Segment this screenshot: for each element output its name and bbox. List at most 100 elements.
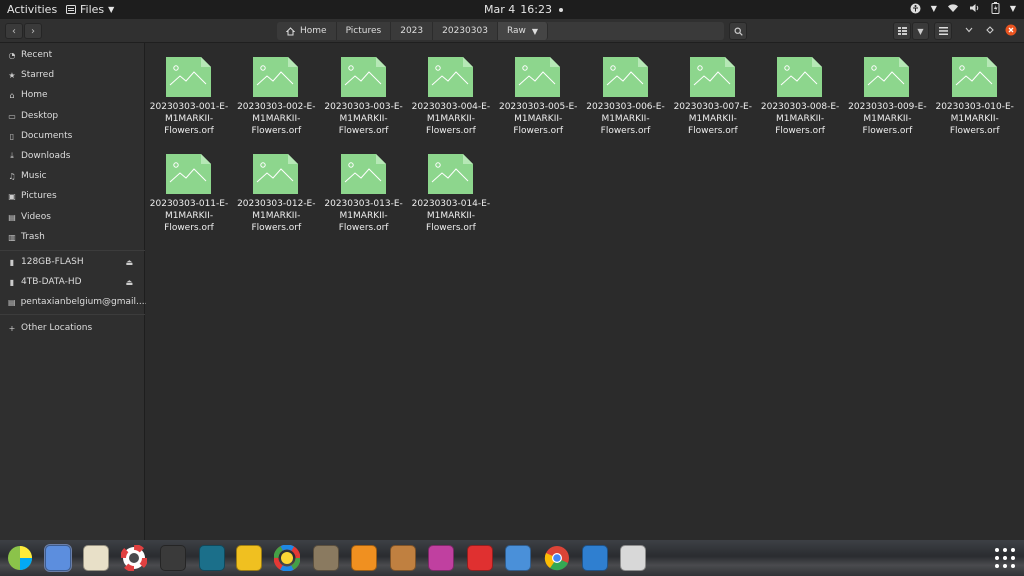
- sidebar-item-label: 4TB-DATA-HD: [21, 277, 82, 287]
- image-file-icon: [427, 57, 473, 97]
- chrome-browser-icon[interactable]: [544, 545, 570, 571]
- eject-icon[interactable]: ⏏: [125, 258, 133, 267]
- view-options-button[interactable]: ▼: [912, 22, 929, 40]
- display-settings-icon[interactable]: [620, 545, 646, 571]
- app-grid-icon[interactable]: [992, 545, 1018, 571]
- disc-burner-icon[interactable]: [351, 545, 377, 571]
- document-icon: ▯: [9, 131, 15, 141]
- screenshot-tool-icon[interactable]: [428, 545, 454, 571]
- file-item[interactable]: 20230303-003-E- M1MARKII- Flowers.orf: [321, 43, 403, 136]
- wifi-icon[interactable]: [947, 3, 959, 13]
- file-item[interactable]: 20230303-004-E- M1MARKII- Flowers.orf: [408, 43, 490, 136]
- photo-gallery-icon[interactable]: [390, 545, 416, 571]
- file-item[interactable]: 20230303-007-E- M1MARKII- Flowers.orf: [670, 43, 752, 136]
- sidebar-item-documents[interactable]: ▯ Documents: [0, 128, 145, 144]
- file-name: 20230303-007-E- M1MARKII- Flowers.orf: [673, 102, 752, 136]
- breadcrumb-label: 2023: [400, 26, 424, 36]
- view-mode-button[interactable]: [893, 22, 911, 40]
- image-file-icon: [166, 57, 211, 97]
- file-name: 20230303-014-E- M1MARKII- Flowers.orf: [411, 199, 491, 233]
- sidebar-item-starred[interactable]: ★ Starred: [0, 67, 145, 83]
- file-item[interactable]: 20230303-008-E- M1MARKII- Flowers.orf: [757, 43, 839, 136]
- search-button[interactable]: [729, 22, 747, 40]
- sidebar-item-downloads[interactable]: ⤓ Downloads: [0, 148, 145, 164]
- sidebar: ◔ Recent ★ Starred ⌂ Home ▭ Desktop ▯ Do…: [0, 43, 147, 540]
- sidebar-item-pictures[interactable]: ▣ Pictures: [0, 188, 145, 204]
- file-item[interactable]: 20230303-001-E- M1MARKII- Flowers.orf: [146, 43, 228, 136]
- path-bar: Home Pictures 2023 20230303 Raw ▼: [277, 22, 724, 40]
- breadcrumb-label: Home: [300, 26, 327, 36]
- screen-capture-icon[interactable]: [160, 545, 186, 571]
- sidebar-item-recent[interactable]: ◔ Recent: [0, 47, 145, 63]
- caret-down-icon: ▼: [917, 26, 924, 36]
- file-item[interactable]: 20230303-006-E- M1MARKII- Flowers.orf: [583, 43, 665, 136]
- sidebar-item-128gb-flash[interactable]: ▮ 128GB-FLASH ⏏: [0, 254, 145, 270]
- files-app-icon: [66, 5, 76, 14]
- forward-button[interactable]: ›: [24, 23, 42, 39]
- volume-icon[interactable]: [969, 3, 981, 13]
- file-item[interactable]: 20230303-005-E- M1MARKII- Flowers.orf: [495, 43, 577, 136]
- activities-button[interactable]: Activities: [7, 3, 57, 16]
- chevron-left-icon: ‹: [12, 25, 16, 37]
- image-file-icon: [864, 57, 910, 97]
- sidebar-item-music[interactable]: ♫ Music: [0, 168, 145, 184]
- app-menu[interactable]: Files ▼: [66, 3, 114, 16]
- image-file-icon: [166, 154, 211, 194]
- rhythmbox-icon[interactable]: [83, 545, 109, 571]
- close-window-icon[interactable]: [1005, 24, 1017, 36]
- file-item[interactable]: 20230303-014-E- M1MARKII- Flowers.orf: [408, 140, 490, 233]
- sidebar-divider: [0, 250, 145, 251]
- sidebar-item-label: 128GB-FLASH: [21, 257, 84, 267]
- file-item[interactable]: 20230303-002-E- M1MARKII- Flowers.orf: [233, 43, 316, 136]
- system-tray[interactable]: ▼ ▼: [910, 2, 1016, 14]
- sidebar-item-label: Desktop: [21, 111, 59, 121]
- file-item[interactable]: 20230303-011-E- M1MARKII- Flowers.orf: [146, 140, 228, 233]
- sidebar-divider: [0, 314, 145, 315]
- menu-button[interactable]: [934, 22, 952, 40]
- sidebar-item-videos[interactable]: ▤ Videos: [0, 209, 145, 225]
- minimize-window-icon[interactable]: [965, 27, 973, 33]
- sidebar-item-trash[interactable]: ▥ Trash: [0, 229, 145, 245]
- gimp-icon[interactable]: [313, 545, 339, 571]
- mail-client-icon[interactable]: [505, 545, 531, 571]
- disk-usage-icon[interactable]: [7, 545, 33, 571]
- breadcrumb-pictures[interactable]: Pictures: [337, 22, 392, 40]
- caret-down-icon[interactable]: ▼: [532, 27, 538, 36]
- breadcrumb-raw[interactable]: Raw ▼: [497, 22, 549, 40]
- desktop-icon: ▭: [8, 111, 16, 121]
- eject-icon[interactable]: ⏏: [125, 278, 133, 287]
- accessibility-icon[interactable]: [910, 3, 921, 14]
- help-lifebuoy-icon[interactable]: [120, 544, 148, 572]
- file-item[interactable]: 20230303-009-E- M1MARKII- Flowers.orf: [844, 43, 927, 136]
- file-item[interactable]: 20230303-010-E- M1MARKII- Flowers.orf: [932, 43, 1014, 136]
- sidebar-item-online-account[interactable]: ▤ pentaxianbelgium@gmail....: [0, 294, 147, 310]
- file-name: 20230303-013-E- M1MARKII- Flowers.orf: [324, 199, 403, 233]
- list-view-icon: [897, 27, 907, 35]
- sidebar-item-other-locations[interactable]: + Other Locations: [0, 320, 145, 336]
- linux-app-icon[interactable]: [236, 545, 262, 571]
- sidebar-item-label: Home: [21, 90, 48, 100]
- hard-drive-icon: ▮: [9, 277, 15, 287]
- app-menu-label: Files: [80, 3, 105, 16]
- sidebar-item-desktop[interactable]: ▭ Desktop: [0, 108, 145, 124]
- battery-icon[interactable]: [991, 2, 1000, 14]
- book-reader-icon[interactable]: [199, 545, 225, 571]
- maximize-window-icon[interactable]: [986, 26, 994, 34]
- sd-card-icon[interactable]: [467, 545, 493, 571]
- star-icon: ★: [8, 70, 16, 80]
- back-button[interactable]: ‹: [5, 23, 23, 39]
- top-bar: Activities Files ▼ Mar 4 16:23 ▼ ▼: [0, 0, 1024, 19]
- breadcrumb-2023[interactable]: 2023: [391, 22, 434, 40]
- sidebar-item-home[interactable]: ⌂ Home: [0, 87, 145, 103]
- usb-writer-icon[interactable]: [582, 545, 608, 571]
- sidebar-item-4tb-data-hd[interactable]: ▮ 4TB-DATA-HD ⏏: [0, 274, 145, 290]
- file-item[interactable]: 20230303-013-E- M1MARKII- Flowers.orf: [321, 140, 403, 233]
- caret-down-icon[interactable]: ▼: [1010, 4, 1016, 13]
- clock[interactable]: Mar 4 16:23: [484, 3, 563, 16]
- caret-down-icon[interactable]: ▼: [931, 4, 937, 13]
- file-item[interactable]: 20230303-012-E- M1MARKII- Flowers.orf: [233, 140, 316, 233]
- breadcrumb-20230303[interactable]: 20230303: [433, 22, 498, 40]
- color-wheel-icon[interactable]: [273, 544, 301, 572]
- files-app-icon[interactable]: [44, 544, 72, 572]
- breadcrumb-home[interactable]: Home: [277, 22, 337, 40]
